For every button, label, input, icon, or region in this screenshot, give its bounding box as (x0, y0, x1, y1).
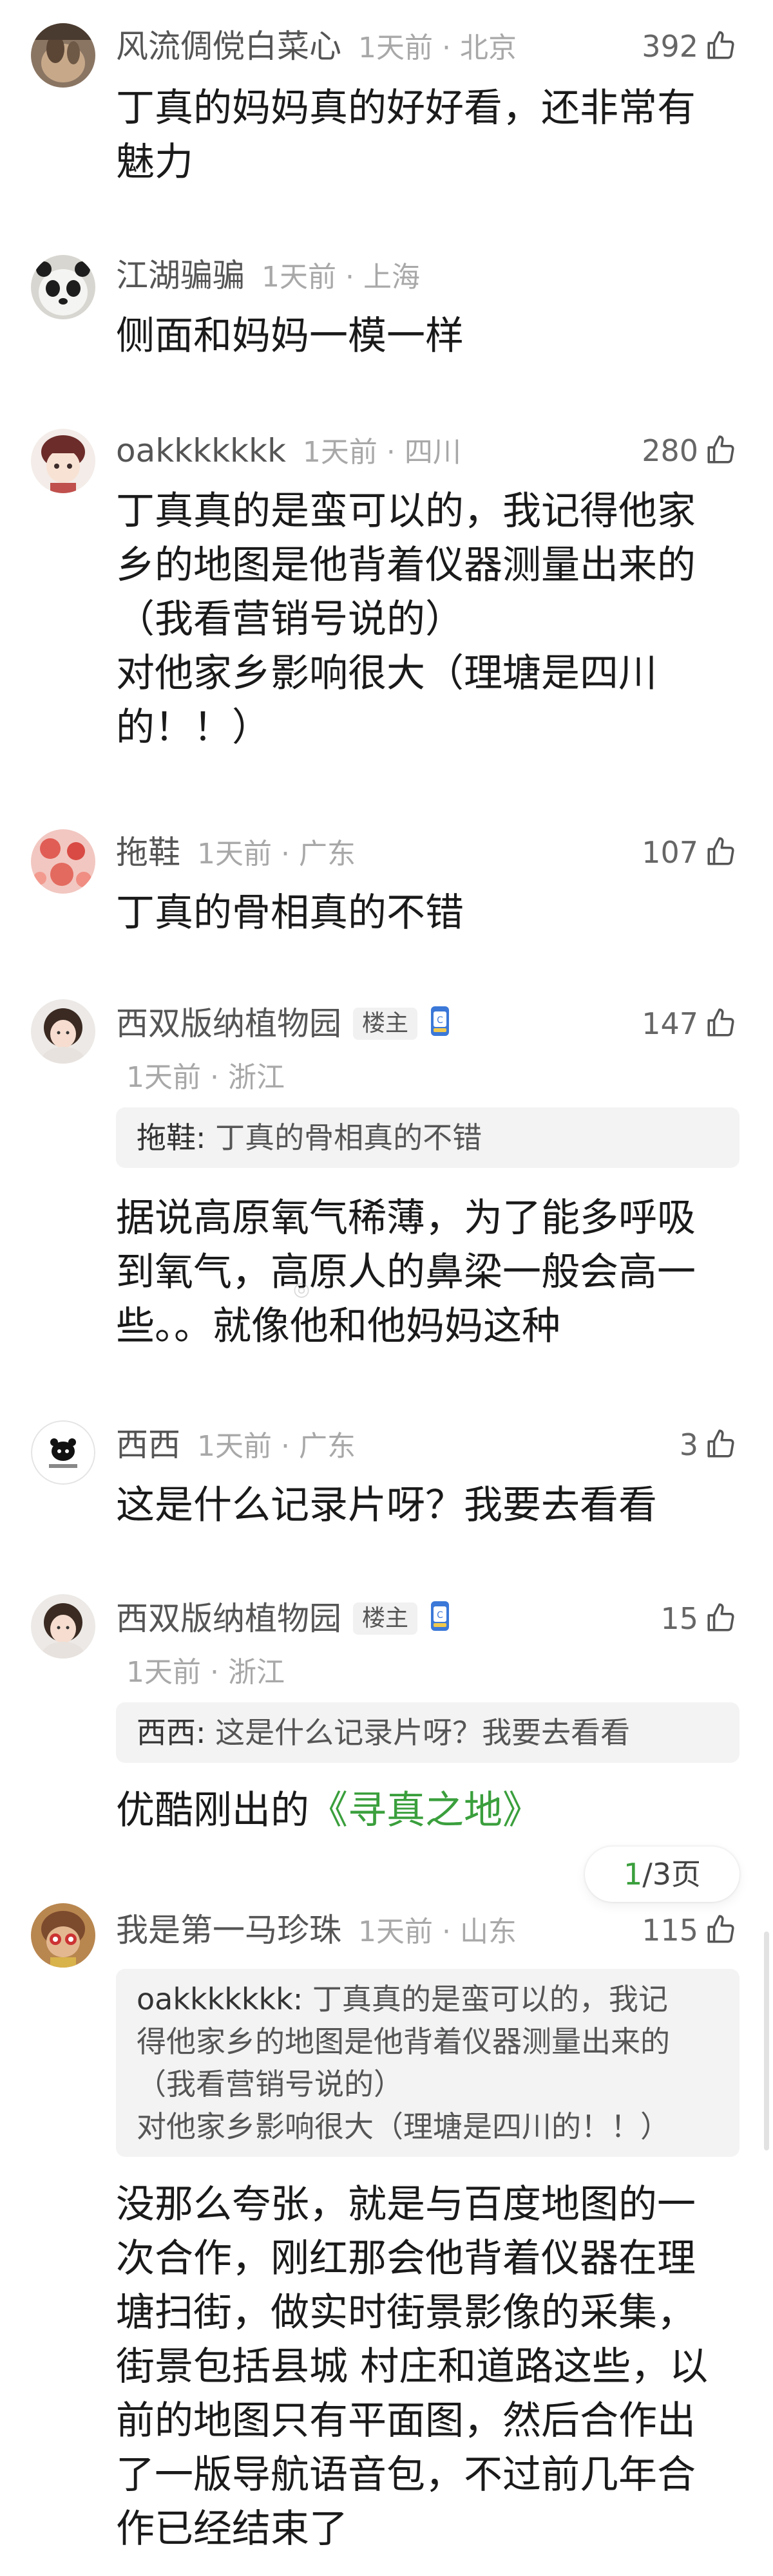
time-location: 1天前 · 广东 (197, 1430, 356, 1463)
comment-header: 风流倜傥白菜心 1天前 · 北京 (116, 27, 517, 66)
username[interactable]: oakkkkkkk (116, 432, 286, 469)
avatar[interactable] (31, 429, 95, 493)
comment-header: 西双版纳植物园 楼主 C (116, 1004, 451, 1043)
time-location: 1天前 · 四川 (302, 436, 461, 469)
like-button[interactable]: 115 (642, 1911, 737, 1950)
thumbs-up-icon (707, 837, 734, 865)
avatar[interactable] (31, 23, 95, 88)
quote-author: 拖鞋: (137, 1120, 206, 1155)
username[interactable]: 西西 (116, 1426, 180, 1463)
watermark: ◎ (293, 1278, 310, 1301)
page-total: /3页 (642, 1857, 701, 1892)
like-button[interactable]: 15 (660, 1599, 737, 1638)
comment-text: 没那么夸张，就是与百度地图的一 次合作，刚红那会他背着仪器在理 塘扫街，做实时街… (116, 2182, 709, 2552)
comment-header: oakkkkkkk 1天前 · 四川 (116, 431, 461, 470)
like-count: 15 (660, 1601, 698, 1636)
time-location: 1天前 · 山东 (358, 1915, 517, 1948)
avatar[interactable] (31, 829, 95, 894)
comment-text-prefix: 优酷刚出的 (116, 1788, 309, 1833)
quoted-reply[interactable]: oakkkkkkk: 丁真真的是蛮可以的，我记 得他家乡的地图是他背着仪器测量出… (116, 1969, 740, 2157)
comment-text: 丁真真的是蛮可以的，我记得他家 乡的地图是他背着仪器测量出来的 （我看营销号说的… (116, 489, 696, 750)
time-location: 1天前 · 浙江 (126, 1061, 285, 1094)
page-current: 1 (623, 1857, 643, 1892)
username[interactable]: 西双版纳植物园 (116, 1600, 341, 1637)
like-button[interactable]: 280 (642, 431, 737, 470)
like-count: 147 (642, 1006, 698, 1041)
like-count: 107 (642, 835, 698, 870)
thumbs-up-icon (707, 1429, 734, 1458)
svg-text:C: C (437, 1015, 443, 1026)
badge-medal-icon: C (429, 1600, 451, 1648)
like-button[interactable]: 147 (642, 1004, 737, 1043)
like-button[interactable]: 107 (642, 833, 737, 872)
comment-text: 侧面和妈妈一模一样 (116, 314, 464, 359)
comment-header: 西西 1天前 · 广东 (116, 1425, 356, 1464)
like-count: 115 (642, 1913, 698, 1948)
username[interactable]: 风流倜傥白菜心 (116, 28, 341, 65)
comment-header: 江湖骗骗 1天前 · 上海 (116, 256, 420, 295)
badge-medal-icon: C (429, 1005, 451, 1053)
username[interactable]: 拖鞋 (116, 834, 180, 871)
avatar[interactable] (31, 1594, 95, 1659)
thumbs-up-icon (707, 1008, 734, 1037)
username[interactable]: 西双版纳植物园 (116, 1005, 341, 1042)
comment-text: 丁真的妈妈真的好好看，还非常有 魅力 (116, 86, 696, 185)
like-button[interactable]: 392 (642, 27, 737, 66)
like-count: 3 (679, 1427, 698, 1462)
avatar[interactable] (31, 999, 95, 1064)
avatar[interactable] (31, 1420, 95, 1485)
video-link[interactable]: 《寻真之地》 (309, 1788, 541, 1833)
time-location: 1天前 · 浙江 (126, 1656, 285, 1689)
thumbs-up-icon (707, 1603, 734, 1631)
thumbs-up-icon (707, 435, 734, 464)
username[interactable]: 江湖骗骗 (116, 257, 245, 294)
thumbs-up-icon (707, 1915, 734, 1943)
like-button[interactable]: 3 (680, 1425, 737, 1464)
avatar[interactable] (31, 1903, 95, 1968)
op-badge: 楼主 (353, 1603, 418, 1635)
op-badge: 楼主 (353, 1008, 418, 1040)
quote-text: 这是什么记录片呀？我要去看看 (205, 1715, 631, 1750)
quoted-reply[interactable]: 拖鞋: 丁真的骨相真的不错 (116, 1107, 740, 1168)
page-indicator[interactable]: 1/3页 (585, 1847, 740, 1902)
time-location: 1天前 · 广东 (197, 838, 356, 870)
comment-header: 西双版纳植物园 楼主 C (116, 1599, 451, 1638)
like-count: 392 (642, 29, 698, 64)
comment-text: 据说高原氧气稀薄，为了能多呼吸 到氧气，高原人的鼻梁一般会高一 些。。就像他和他… (116, 1196, 696, 1349)
comment-text: 丁真的骨相真的不错 (116, 890, 464, 935)
comment-text: 这是什么记录片呀？我要去看看 (116, 1483, 657, 1528)
svg-text:C: C (437, 1610, 443, 1621)
avatar[interactable] (31, 255, 95, 319)
scrollbar[interactable] (764, 1932, 769, 2150)
like-count: 280 (642, 433, 698, 468)
quote-text: 丁真的骨相真的不错 (205, 1120, 482, 1155)
time-location: 1天前 · 北京 (358, 32, 517, 64)
time-location: 1天前 · 上海 (262, 261, 420, 294)
quoted-reply[interactable]: 西西: 这是什么记录片呀？我要去看看 (116, 1702, 740, 1763)
comment-header: 我是第一马珍珠 1天前 · 山东 (116, 1911, 517, 1950)
comment-text: 优酷刚出的《寻真之地》 (116, 1783, 728, 1838)
thumbs-up-icon (707, 31, 734, 59)
quote-author: oakkkkkkk: (137, 1982, 303, 2017)
username[interactable]: 我是第一马珍珠 (116, 1912, 341, 1949)
comment-header: 拖鞋 1天前 · 广东 (116, 833, 356, 872)
quote-author: 西西: (137, 1715, 206, 1750)
